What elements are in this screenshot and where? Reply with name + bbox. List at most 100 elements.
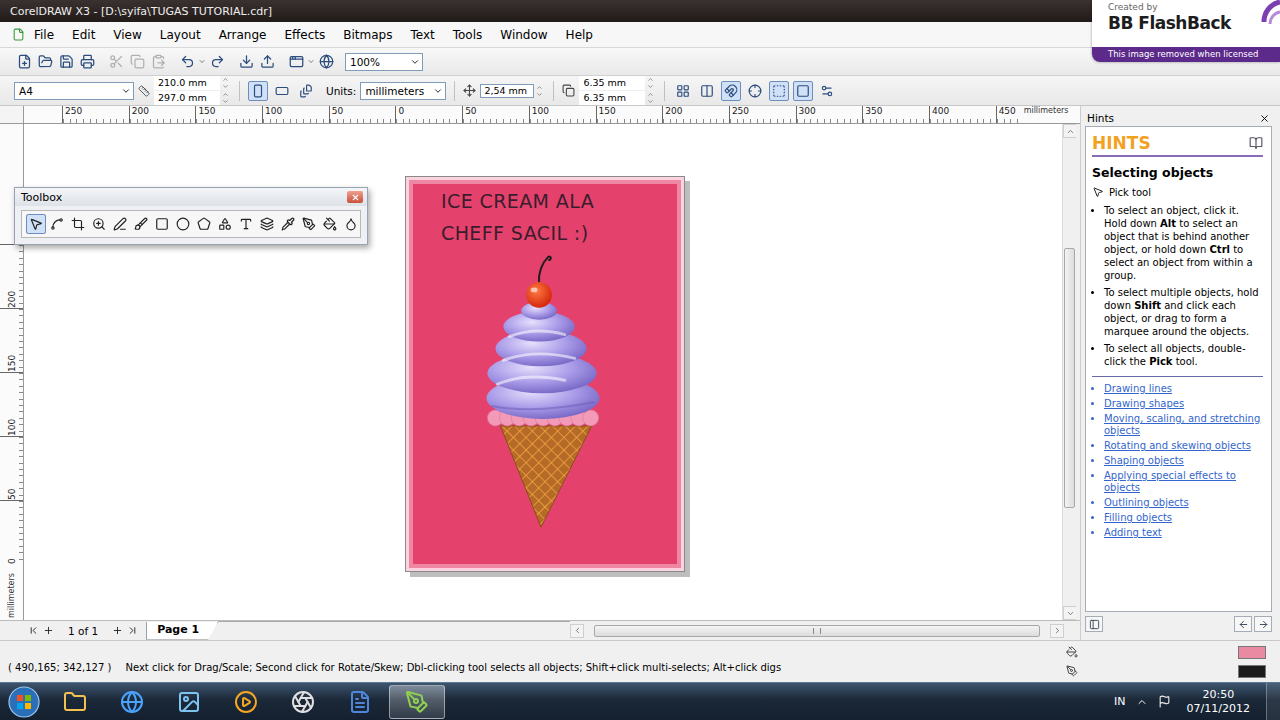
tool-button[interactable] [341, 214, 361, 234]
page[interactable]: ICE CREAM ALACHEFF SACIL :) [405, 176, 685, 572]
language-indicator[interactable]: IN [1114, 695, 1125, 708]
up-arrow-icon[interactable] [647, 91, 654, 98]
scroll-down-button[interactable] [1063, 606, 1077, 620]
taskbar-app[interactable] [332, 685, 388, 719]
hint-link[interactable]: Applying special effects to objects [1104, 470, 1263, 494]
toolbar-button[interactable] [127, 52, 147, 72]
taskbar-app[interactable] [275, 685, 331, 719]
taskbar-app[interactable] [47, 685, 103, 719]
clock[interactable]: 20:5007/11/2012 [1181, 688, 1256, 716]
menu-item[interactable]: Edit [63, 26, 104, 44]
hint-link[interactable]: Filling objects [1104, 512, 1263, 524]
scroll-left-button[interactable] [570, 624, 584, 638]
page-width-field[interactable]: 210.0 mm [154, 76, 220, 90]
toolbox-title-bar[interactable]: Toolbox [15, 188, 367, 206]
horizontal-scrollbar[interactable] [570, 624, 1080, 638]
menu-item[interactable]: File [25, 26, 63, 44]
menu-item[interactable]: Layout [151, 26, 210, 44]
orientation-button[interactable] [248, 81, 268, 101]
tool-button[interactable] [68, 214, 88, 234]
tool-button[interactable] [131, 214, 151, 234]
toolbar-button[interactable] [148, 52, 168, 72]
menu-item[interactable]: Window [491, 26, 556, 44]
toolbar-button[interactable] [257, 52, 277, 72]
paper-select[interactable]: A4 [14, 82, 134, 100]
first-page-icon[interactable] [28, 625, 39, 636]
property-button[interactable] [769, 81, 789, 101]
scroll-track[interactable] [584, 625, 1050, 637]
toolbar-button[interactable] [207, 52, 227, 72]
property-button[interactable] [673, 81, 693, 101]
scroll-up-button[interactable] [1063, 124, 1077, 138]
tool-button[interactable] [26, 214, 46, 234]
tool-button[interactable] [278, 214, 298, 234]
vertical-scrollbar[interactable] [1062, 124, 1076, 620]
last-page-icon[interactable] [127, 625, 138, 636]
menu-item[interactable]: Bitmaps [334, 26, 401, 44]
scroll-thumb[interactable] [1064, 248, 1075, 508]
property-button[interactable] [817, 81, 837, 101]
page-tab[interactable]: Page 1 [146, 622, 218, 640]
color-swatch[interactable] [1238, 665, 1266, 678]
tool-button[interactable] [236, 214, 256, 234]
dropdown-arrow[interactable] [307, 57, 315, 66]
artwork-title[interactable]: ICE CREAM ALACHEFF SACIL :) [406, 177, 684, 255]
docker-toggle-button[interactable] [1085, 616, 1103, 632]
taskbar-app[interactable] [161, 685, 217, 719]
hint-link[interactable]: Drawing shapes [1104, 398, 1263, 410]
document-icon[interactable] [12, 28, 25, 41]
toolbar-button[interactable] [56, 52, 76, 72]
taskbar-app[interactable] [218, 685, 274, 719]
duplicate-x-field[interactable]: 6.35 mm [579, 76, 645, 90]
up-arrow-icon[interactable] [222, 76, 229, 83]
toolbar-button[interactable] [77, 52, 97, 72]
color-indicator[interactable] [1066, 665, 1266, 678]
spinner[interactable] [222, 91, 231, 105]
down-arrow-icon[interactable] [222, 98, 229, 105]
hint-link[interactable]: Shaping objects [1104, 455, 1263, 467]
toolbar-button[interactable] [14, 52, 34, 72]
tool-button[interactable] [257, 214, 277, 234]
dropdown-arrow[interactable] [198, 57, 206, 66]
hint-link[interactable]: Drawing lines [1104, 383, 1263, 395]
property-button[interactable] [721, 81, 741, 101]
horizontal-ruler[interactable]: 2502001501005005010015020025030035040045… [24, 106, 1080, 124]
ice-cream-drawing[interactable] [406, 255, 684, 571]
tool-button[interactable] [173, 214, 193, 234]
docker-header[interactable]: Hints [1085, 110, 1272, 126]
action-center-flag-icon[interactable] [1158, 695, 1171, 708]
spinner[interactable] [536, 84, 545, 98]
back-button[interactable] [1234, 616, 1252, 632]
spinner[interactable] [647, 76, 656, 90]
close-button[interactable] [347, 191, 363, 203]
scroll-right-button[interactable] [1050, 624, 1064, 638]
property-button[interactable] [697, 81, 717, 101]
units-select[interactable]: millimeters [360, 82, 446, 100]
toolbox-window[interactable]: Toolbox [14, 187, 368, 245]
tool-button[interactable] [194, 214, 214, 234]
property-button[interactable] [793, 81, 813, 101]
tool-button[interactable] [320, 214, 340, 234]
color-swatch[interactable] [1238, 646, 1266, 659]
start-button[interactable] [2, 683, 46, 720]
down-arrow-icon[interactable] [536, 91, 543, 98]
toolbar-button[interactable] [316, 52, 336, 72]
up-arrow-icon[interactable] [647, 76, 654, 83]
tool-button[interactable] [215, 214, 235, 234]
spinner[interactable] [222, 76, 231, 90]
nudge-field[interactable]: 2,54 mm [480, 84, 534, 98]
book-icon[interactable] [1249, 136, 1263, 150]
menu-item[interactable]: View [104, 26, 150, 44]
ruler-corner[interactable] [0, 106, 24, 124]
hint-link[interactable]: Rotating and skewing objects [1104, 440, 1263, 452]
menu-item[interactable]: Tools [444, 26, 492, 44]
property-button[interactable] [745, 81, 765, 101]
spinner[interactable] [647, 91, 656, 105]
close-icon[interactable] [1259, 113, 1270, 124]
down-arrow-icon[interactable] [647, 98, 654, 105]
up-arrow-icon[interactable] [536, 84, 543, 91]
tool-button[interactable] [89, 214, 109, 234]
scroll-thumb[interactable] [594, 625, 1040, 637]
orientation-button[interactable] [272, 81, 292, 101]
taskbar-app[interactable] [104, 685, 160, 719]
